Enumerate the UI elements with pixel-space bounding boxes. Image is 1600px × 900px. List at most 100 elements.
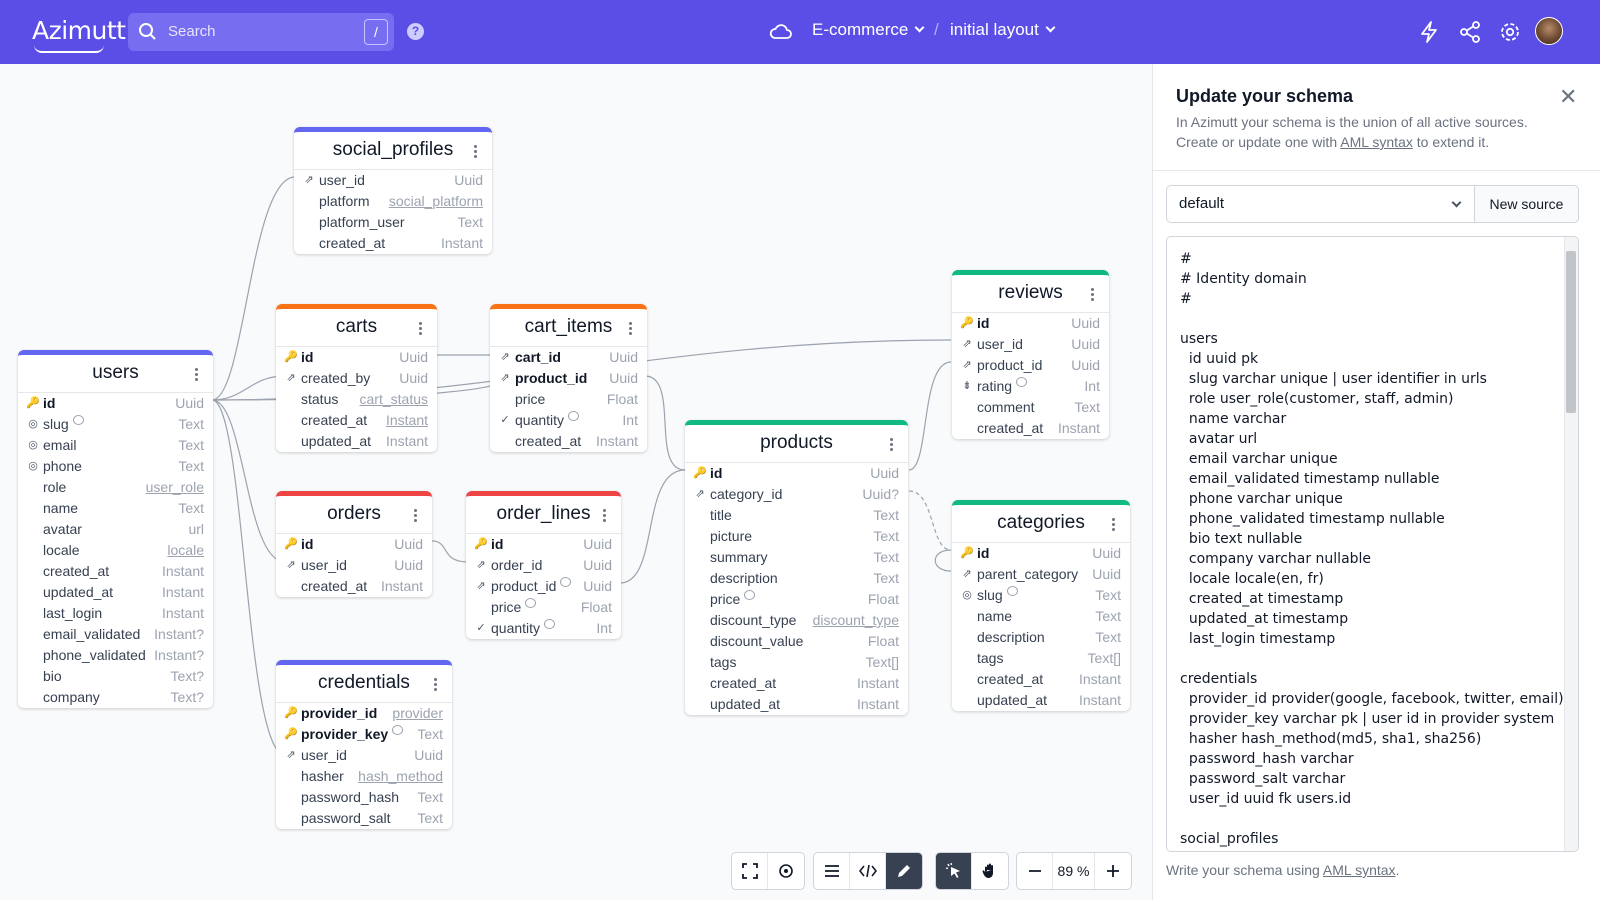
avatar[interactable]	[1535, 17, 1563, 45]
help-icon[interactable]: ?	[407, 23, 424, 40]
column-type[interactable]: hash_method	[358, 766, 443, 787]
aml-code[interactable]: # # Identity domain # users id uuid pk s…	[1180, 249, 1578, 851]
column-row[interactable]: created_at Instant	[490, 431, 647, 452]
cloud-icon[interactable]	[769, 20, 793, 42]
column-row[interactable]: picture Text	[685, 526, 908, 547]
column-row[interactable]: summary Text	[685, 547, 908, 568]
new-source-button[interactable]: New source	[1474, 185, 1579, 223]
table-social-profiles[interactable]: social_profiles ⇗ user_id Uuid platform soci…	[294, 127, 492, 254]
column-row[interactable]: ◎ slug Text	[952, 585, 1130, 606]
column-row[interactable]: 🔑 id Uuid	[466, 534, 621, 555]
close-icon[interactable]: ✕	[1559, 84, 1577, 110]
column-row[interactable]: discount_type discount_type	[685, 610, 908, 631]
table-carts[interactable]: carts 🔑 id Uuid ⇗ created_by Uuid status cart_s…	[276, 304, 437, 452]
column-row[interactable]: name Text	[952, 606, 1130, 627]
pan-tool-button[interactable]	[972, 853, 1008, 889]
column-type[interactable]: provider	[392, 703, 443, 724]
column-row[interactable]: created_at Instant	[294, 233, 492, 254]
zoom-out-button[interactable]	[1017, 853, 1053, 889]
column-row[interactable]: phone_validated Instant?	[18, 645, 213, 666]
column-row[interactable]: 🔑 id Uuid	[18, 393, 213, 414]
column-row[interactable]: password_salt Text	[276, 808, 452, 829]
kebab-menu-icon[interactable]	[195, 368, 199, 382]
kebab-menu-icon[interactable]	[890, 438, 894, 452]
column-row[interactable]: ⇗ parent_category Uuid	[952, 564, 1130, 585]
column-type[interactable]: cart_status	[360, 389, 428, 410]
column-row[interactable]: updated_at Instant	[276, 431, 437, 452]
column-row[interactable]: 🔑 id Uuid	[952, 543, 1130, 564]
column-row[interactable]: price Float	[466, 597, 621, 618]
column-row[interactable]: ◎ slug Text	[18, 414, 213, 435]
column-type[interactable]: Instant	[386, 410, 428, 431]
column-type[interactable]: social_platform	[389, 191, 483, 212]
source-code-button[interactable]	[850, 853, 886, 889]
column-row[interactable]: ⇟ rating Int	[952, 376, 1109, 397]
kebab-menu-icon[interactable]	[434, 678, 438, 692]
search-box[interactable]: Search /	[128, 13, 394, 51]
gear-icon[interactable]	[1498, 20, 1522, 44]
table-users[interactable]: users 🔑 id Uuid ◎ slug Text ◎ email Text ◎ phone Te…	[18, 350, 213, 708]
column-row[interactable]: created_at Instant	[276, 410, 437, 431]
edit-schema-button[interactable]	[886, 853, 922, 889]
column-row[interactable]: name Text	[18, 498, 213, 519]
column-row[interactable]: ⇗ order_id Uuid	[466, 555, 621, 576]
kebab-menu-icon[interactable]	[419, 322, 423, 336]
table-reviews[interactable]: reviews 🔑 id Uuid ⇗ user_id Uuid ⇗ product_id Uu…	[952, 270, 1109, 439]
zoom-level[interactable]: 89 %	[1053, 853, 1095, 889]
column-row[interactable]: created_at Instant	[18, 561, 213, 582]
table-categories[interactable]: categories 🔑 id Uuid ⇗ parent_category Uuid ◎ s…	[952, 500, 1130, 711]
column-row[interactable]: ✓ quantity Int	[490, 410, 647, 431]
column-row[interactable]: ◎ phone Text	[18, 456, 213, 477]
table-orders[interactable]: orders 🔑 id Uuid ⇗ user_id Uuid created_at Inst…	[276, 491, 432, 597]
column-row[interactable]: created_at Instant	[276, 576, 432, 597]
column-row[interactable]: ⇗ user_id Uuid	[276, 555, 432, 576]
search-input[interactable]: Search	[168, 23, 216, 40]
column-row[interactable]: ✓ quantity Int	[466, 618, 621, 639]
column-row[interactable]: 🔑 provider_key Text	[276, 724, 452, 745]
column-row[interactable]: price Float	[685, 589, 908, 610]
column-row[interactable]: description Text	[952, 627, 1130, 648]
column-row[interactable]: 🔑 id Uuid	[276, 534, 432, 555]
editor-scrollbar[interactable]	[1564, 237, 1578, 851]
table-credentials[interactable]: credentials 🔑 provider_id provider 🔑 provide…	[276, 660, 452, 829]
column-row[interactable]: status cart_status	[276, 389, 437, 410]
details-button[interactable]	[814, 853, 850, 889]
share-icon[interactable]	[1458, 20, 1482, 44]
column-row[interactable]: ⇗ category_id Uuid?	[685, 484, 908, 505]
lightning-icon[interactable]	[1419, 20, 1439, 44]
fit-to-screen-button[interactable]	[732, 853, 768, 889]
column-row[interactable]: ⇗ created_by Uuid	[276, 368, 437, 389]
column-row[interactable]: role user_role	[18, 477, 213, 498]
column-row[interactable]: created_at Instant	[952, 418, 1109, 439]
column-row[interactable]: updated_at Instant	[685, 694, 908, 715]
aml-syntax-footer-link[interactable]: AML syntax	[1323, 862, 1396, 878]
column-row[interactable]: 🔑 id Uuid	[952, 313, 1109, 334]
column-row[interactable]: ⇗ product_id Uuid	[952, 355, 1109, 376]
kebab-menu-icon[interactable]	[414, 509, 418, 523]
table-products[interactable]: products 🔑 id Uuid ⇗ category_id Uuid? title Te…	[685, 420, 908, 715]
scrollbar-thumb[interactable]	[1566, 251, 1576, 413]
column-row[interactable]: updated_at Instant	[952, 690, 1130, 711]
column-row[interactable]: ◎ email Text	[18, 435, 213, 456]
column-row[interactable]: discount_value Float	[685, 631, 908, 652]
arrange-button[interactable]	[768, 853, 804, 889]
column-row[interactable]: 🔑 provider_id provider	[276, 703, 452, 724]
column-row[interactable]: last_login Instant	[18, 603, 213, 624]
column-row[interactable]: ⇗ product_id Uuid	[466, 576, 621, 597]
column-type[interactable]: locale	[167, 540, 204, 561]
column-row[interactable]: tags Text[]	[952, 648, 1130, 669]
azimutt-logo[interactable]: Azimutt	[32, 16, 126, 53]
layout-dropdown[interactable]: initial layout	[950, 20, 1056, 40]
column-row[interactable]: 🔑 id Uuid	[276, 347, 437, 368]
column-row[interactable]: tags Text[]	[685, 652, 908, 673]
column-row[interactable]: avatar url	[18, 519, 213, 540]
column-row[interactable]: created_at Instant	[685, 673, 908, 694]
column-type[interactable]: user_role	[146, 477, 204, 498]
source-select[interactable]: default	[1166, 185, 1475, 223]
column-row[interactable]: platform_user Text	[294, 212, 492, 233]
kebab-menu-icon[interactable]	[629, 322, 633, 336]
column-row[interactable]: password_hash Text	[276, 787, 452, 808]
column-row[interactable]: description Text	[685, 568, 908, 589]
column-row[interactable]: ⇗ user_id Uuid	[294, 170, 492, 191]
column-row[interactable]: comment Text	[952, 397, 1109, 418]
